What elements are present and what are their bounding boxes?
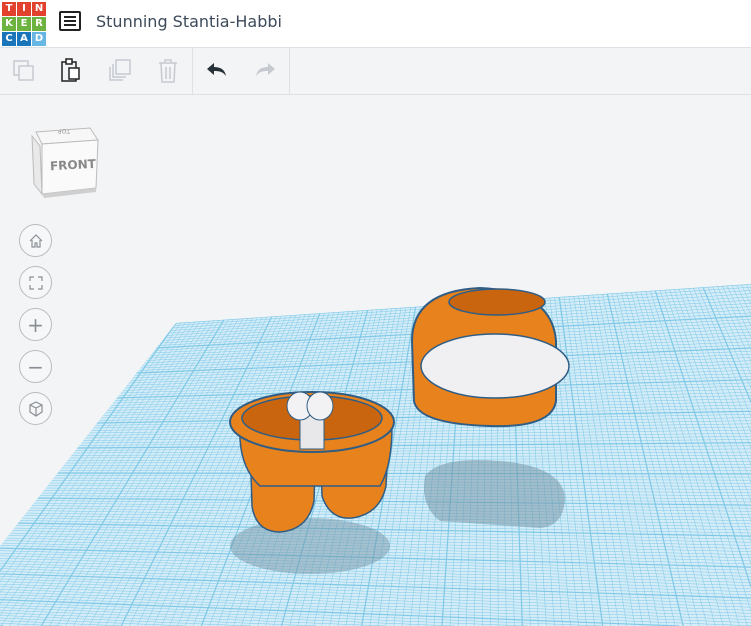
logo-letter: T	[2, 2, 16, 16]
view-cube-top-label: TOP	[58, 127, 71, 134]
logo-letter: D	[32, 32, 46, 46]
redo-icon	[256, 63, 275, 76]
trash-icon	[159, 59, 177, 83]
duplicate-button[interactable]	[104, 56, 136, 86]
paste-button[interactable]	[55, 56, 87, 86]
copy-button[interactable]	[8, 56, 40, 86]
plus-icon: +	[27, 312, 44, 337]
duplicate-icon	[109, 59, 131, 81]
fit-icon	[28, 275, 43, 290]
home-icon	[29, 233, 42, 248]
toolbar	[0, 48, 751, 95]
logo-letter: I	[17, 2, 31, 16]
logo-letter: R	[32, 17, 46, 31]
logo-letter: K	[2, 17, 16, 31]
view-cube[interactable]: FRONT TOP	[30, 126, 100, 201]
home-view-button[interactable]	[19, 224, 52, 257]
top-bar: TIN KER CAD Stunning Stantia-Habbi	[0, 0, 751, 48]
minus-icon: −	[27, 354, 44, 379]
logo-letter: C	[2, 32, 16, 46]
perspective-button[interactable]	[19, 392, 52, 425]
zoom-in-button[interactable]: +	[19, 308, 52, 341]
undo-button[interactable]	[201, 56, 233, 86]
redo-button[interactable]	[249, 56, 281, 86]
cube-icon	[28, 400, 43, 417]
design-list-button[interactable]	[59, 11, 81, 31]
zoom-out-button[interactable]: −	[19, 350, 52, 383]
scene	[0, 284, 751, 626]
paste-icon	[61, 58, 80, 82]
logo-letter: A	[17, 32, 31, 46]
design-title[interactable]: Stunning Stantia-Habbi	[96, 12, 282, 31]
tinkercad-logo[interactable]: TIN KER CAD	[2, 2, 46, 46]
3d-viewport[interactable]: FRONT TOP + −	[0, 96, 751, 626]
shadow	[230, 518, 390, 574]
undo-icon	[207, 63, 226, 76]
view-cube-front-label: FRONT	[49, 156, 97, 174]
fit-view-button[interactable]	[19, 266, 52, 299]
delete-button[interactable]	[152, 56, 184, 86]
copy-icon	[13, 60, 34, 81]
logo-letter: E	[17, 17, 31, 31]
logo-letter: N	[32, 2, 46, 16]
